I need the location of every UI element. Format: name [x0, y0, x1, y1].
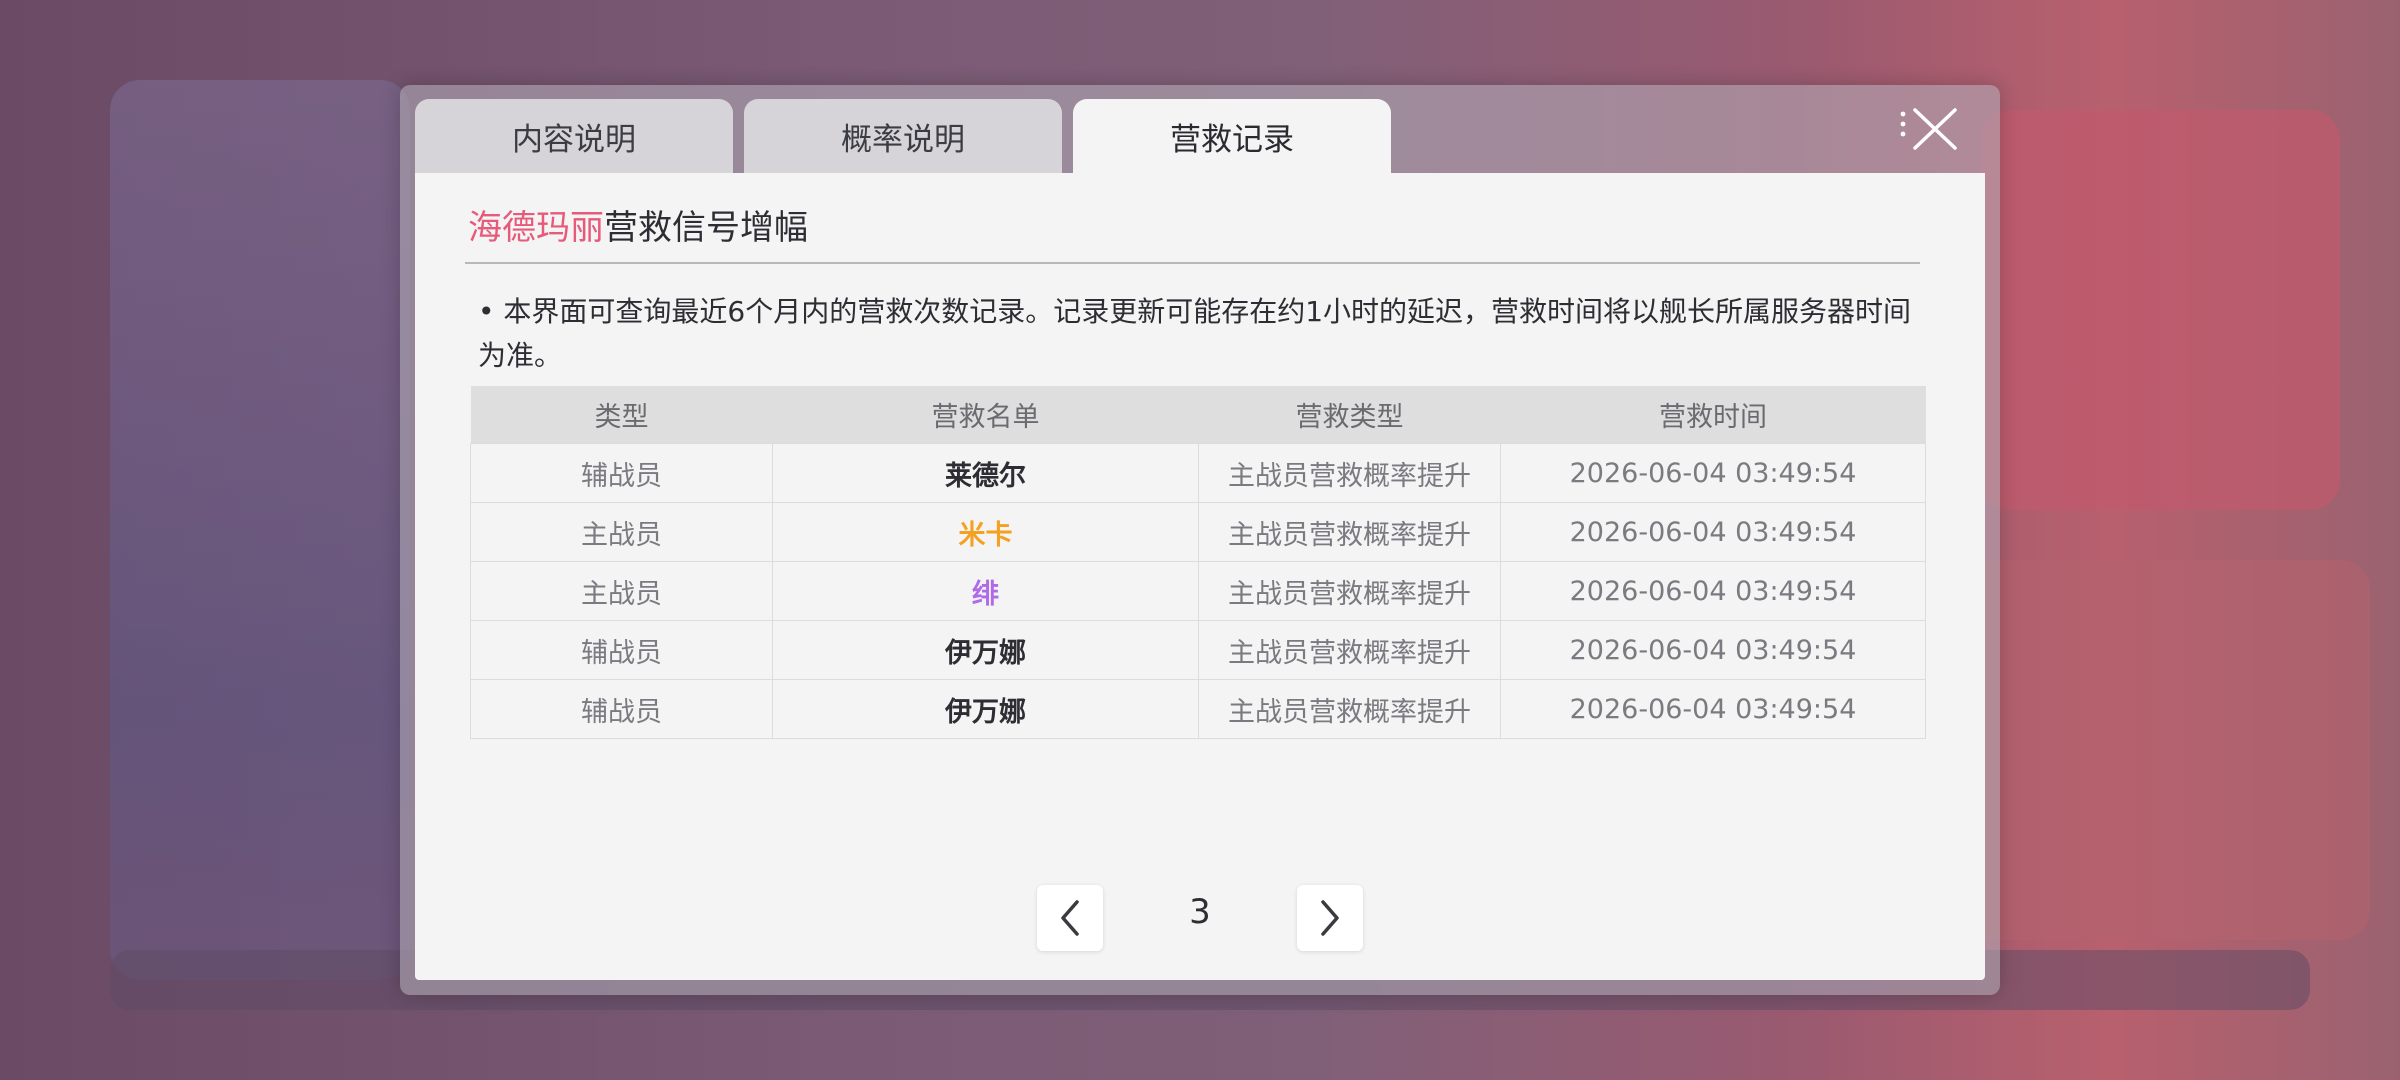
cell-name: 莱德尔	[772, 443, 1199, 503]
tab-label: 内容说明	[512, 122, 636, 158]
table-row: 主战员 米卡 主战员营救概率提升 2026-06-04 03:49:54	[470, 502, 1926, 562]
table-row: 辅战员 伊万娜 主战员营救概率提升 2026-06-04 03:49:54	[470, 679, 1926, 739]
cell-time: 2026-06-04 03:49:54	[1500, 502, 1926, 562]
table-header-row: 类型 营救名单 营救类型 营救时间	[470, 386, 1926, 444]
cell-name: 绯	[772, 561, 1199, 621]
header-rescue-time: 营救时间	[1500, 386, 1926, 444]
rescue-records-table: 类型 营救名单 营救类型 营救时间 辅战员 莱德尔 主战员营救概率提升 2026…	[470, 386, 1926, 739]
tab-content-description[interactable]: 内容说明	[415, 99, 733, 174]
cell-type: 主战员	[470, 561, 773, 621]
cell-time: 2026-06-04 03:49:54	[1500, 679, 1926, 739]
cell-type: 辅战员	[470, 679, 773, 739]
cell-type: 辅战员	[470, 443, 773, 503]
cell-name: 伊万娜	[772, 679, 1199, 739]
table-row: 辅战员 莱德尔 主战员营救概率提升 2026-06-04 03:49:54	[470, 443, 1926, 503]
tab-probability-description[interactable]: 概率说明	[744, 99, 1062, 174]
page-title: 海德玛丽营救信号增幅	[468, 200, 808, 249]
background-blur-right-bottom	[1950, 560, 2370, 940]
cell-rescue-type: 主战员营救概率提升	[1198, 561, 1501, 621]
header-type: 类型	[470, 386, 773, 444]
cell-rescue-type: 主战员营救概率提升	[1198, 502, 1501, 562]
header-rescue-list: 营救名单	[772, 386, 1199, 444]
cell-rescue-type: 主战员营救概率提升	[1198, 620, 1501, 680]
background-blur-left	[110, 80, 410, 980]
cell-type: 辅战员	[470, 620, 773, 680]
table-row: 主战员 绯 主战员营救概率提升 2026-06-04 03:49:54	[470, 561, 1926, 621]
prev-page-button[interactable]	[1037, 885, 1103, 951]
cell-rescue-type: 主战员营救概率提升	[1198, 679, 1501, 739]
cell-rescue-type: 主战员营救概率提升	[1198, 443, 1501, 503]
close-button[interactable]	[1895, 100, 1965, 160]
cell-type: 主战员	[470, 502, 773, 562]
chevron-right-icon	[1321, 900, 1339, 936]
info-note: • 本界面可查询最近6个月内的营救次数记录。记录更新可能存在约1小时的延迟，营救…	[478, 295, 1912, 372]
cell-name: 伊万娜	[772, 620, 1199, 680]
header-rescue-type: 营救类型	[1198, 386, 1501, 444]
tab-rescue-records[interactable]: 营救记录	[1073, 99, 1391, 174]
cell-time: 2026-06-04 03:49:54	[1500, 561, 1926, 621]
close-icon	[1900, 108, 1957, 150]
current-page-number: 3	[1189, 892, 1211, 932]
tab-label: 概率说明	[841, 122, 965, 158]
title-divider	[465, 262, 1920, 264]
chevron-left-icon	[1061, 900, 1079, 936]
cell-time: 2026-06-04 03:49:54	[1500, 443, 1926, 503]
next-page-button[interactable]	[1297, 885, 1363, 951]
background-blur-right-top	[1980, 110, 2340, 510]
title-rest: 营救信号增幅	[604, 208, 808, 248]
tab-label: 营救记录	[1170, 122, 1294, 158]
title-highlight: 海德玛丽	[468, 208, 604, 248]
cell-name: 米卡	[772, 502, 1199, 562]
cell-time: 2026-06-04 03:49:54	[1500, 620, 1926, 680]
table-row: 辅战员 伊万娜 主战员营救概率提升 2026-06-04 03:49:54	[470, 620, 1926, 680]
